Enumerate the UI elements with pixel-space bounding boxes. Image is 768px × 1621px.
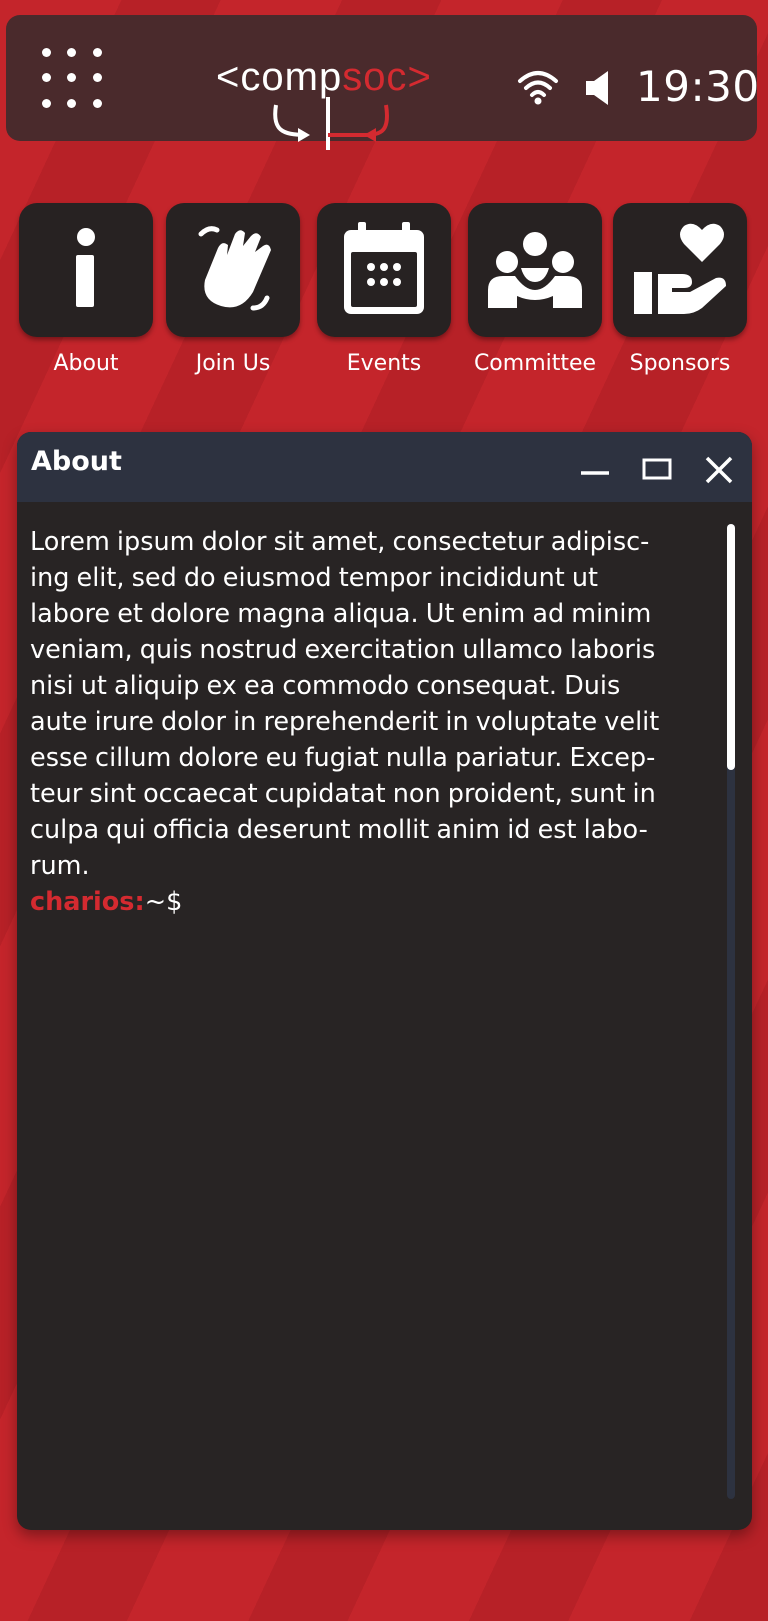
close-icon[interactable]: [697, 446, 741, 490]
body-line: labore et dolore magna aliqua. Ut enim a…: [30, 599, 652, 629]
body-line: nisi ut aliquip ex ea commodo consequat.…: [30, 671, 621, 701]
events-tile[interactable]: [317, 203, 451, 337]
app-launcher: About Join Us Events Committee Sponsors: [0, 203, 768, 383]
sponsors-tile[interactable]: [613, 203, 747, 337]
launcher-label: Sponsors: [629, 351, 731, 376]
launcher-label: Committee: [473, 351, 597, 376]
launcher-item-sponsors[interactable]: Sponsors: [613, 203, 747, 376]
launcher-label: Events: [346, 351, 422, 376]
info-icon: [76, 228, 95, 307]
app-grid-icon[interactable]: [34, 40, 110, 116]
body-line: esse cillum dolore eu fugiat nulla paria…: [30, 743, 656, 773]
window-content: Lorem ipsum dolor sit amet, consectetur …: [30, 524, 710, 920]
maximize-icon[interactable]: [635, 446, 679, 490]
launcher-item-committee[interactable]: Committee: [468, 203, 602, 376]
hand-heart-icon: [634, 223, 726, 314]
people-icon: [488, 232, 582, 308]
launcher-label: About: [53, 351, 119, 376]
body-line: Lorem ipsum dolor sit amet, consectetur …: [30, 527, 650, 557]
clock: 19:30: [636, 62, 760, 111]
scrollbar-track[interactable]: [727, 524, 735, 1499]
join-us-tile[interactable]: [166, 203, 300, 337]
launcher-item-join-us[interactable]: Join Us: [166, 203, 300, 376]
calendar-icon: [344, 222, 424, 314]
launcher-label: Join Us: [195, 351, 271, 376]
top-bar: <compsoc> 19:30: [6, 15, 760, 150]
terminal-prompt[interactable]: charios:~$: [30, 884, 710, 920]
scrollbar-thumb[interactable]: [727, 524, 735, 770]
about-window: About Lorem ipsum dolor sit amet, consec…: [17, 432, 752, 1530]
waving-hand-icon: [198, 226, 271, 311]
body-line: rum.: [30, 851, 90, 881]
body-line: aute irure dolor in reprehenderit in vol…: [30, 707, 660, 737]
body-line: ing elit, sed do eiusmod tempor incididu…: [30, 563, 599, 593]
wifi-icon[interactable]: [516, 67, 560, 107]
body-line: culpa qui officia deserunt mollit anim i…: [30, 815, 648, 845]
logo-text: <compsoc>: [216, 55, 432, 99]
body-line: veniam, quis nostrud exercitation ullamc…: [30, 635, 656, 665]
minimize-icon[interactable]: [573, 446, 617, 490]
launcher-item-about[interactable]: About: [19, 203, 153, 376]
prompt-user: charios:: [30, 887, 145, 917]
committee-tile[interactable]: [468, 203, 602, 337]
speaker-icon[interactable]: [584, 70, 612, 106]
about-tile[interactable]: [19, 203, 153, 337]
window-title: About: [31, 446, 122, 477]
body-line: teur sint occaecat cupidatat non proiden…: [30, 779, 656, 809]
compsoc-logo: <compsoc>: [206, 35, 476, 160]
prompt-path: ~$: [144, 887, 183, 917]
window-titlebar[interactable]: About: [17, 432, 752, 502]
launcher-item-events[interactable]: Events: [317, 203, 451, 376]
